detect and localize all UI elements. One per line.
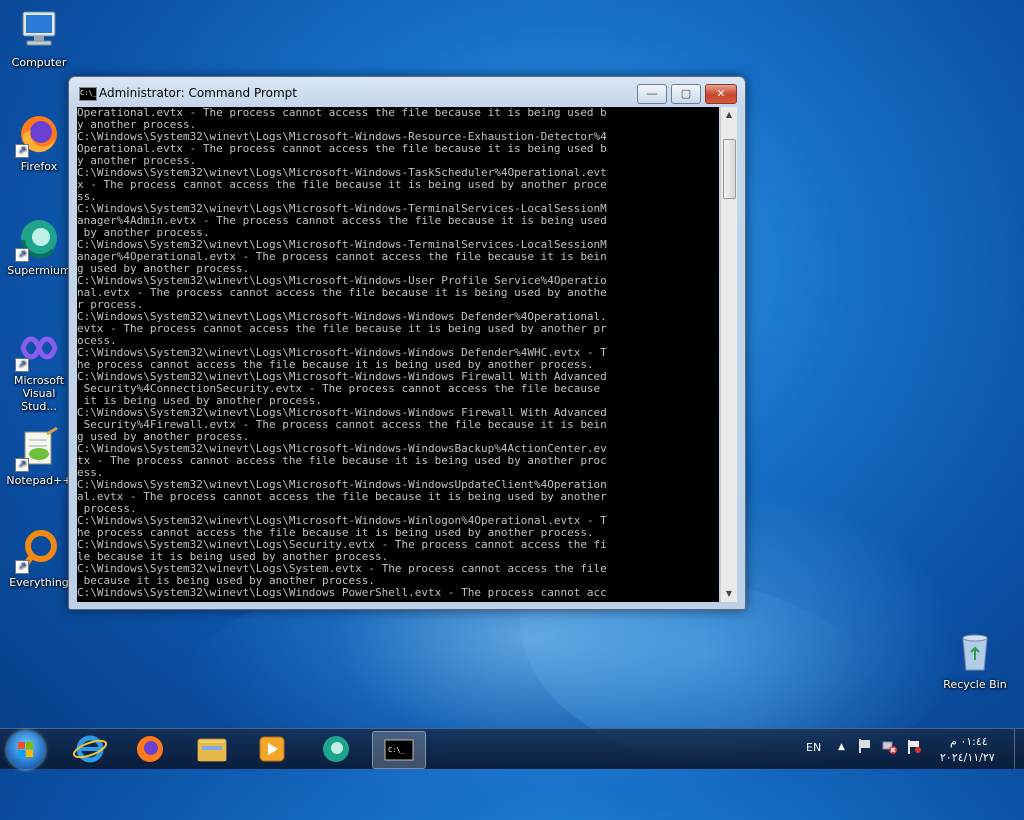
everything-icon: ↗ (15, 528, 61, 574)
clock-date[interactable]: ٢٠٢٤/١١/٢٧ (940, 751, 995, 764)
shortcut-arrow-icon: ↗ (15, 248, 29, 262)
notepadpp-icon: ↗ (15, 426, 61, 472)
svg-text:C:\_: C:\_ (388, 746, 406, 754)
window-title: Administrator: Command Prompt (99, 86, 297, 100)
console-line: C:\Windows\System32\winevt\Logs\Windows … (77, 586, 607, 599)
window-titlebar[interactable]: C:\_ Administrator: Command Prompt — ▢ ✕ (69, 77, 745, 107)
recycle-bin-icon (953, 630, 997, 674)
console-output[interactable]: Operational.evtx - The process cannot ac… (77, 107, 719, 602)
console-line: al.evtx - The process cannot access the … (77, 490, 607, 503)
clock-time[interactable]: ٠١:٤٤ م (950, 735, 988, 748)
explorer-icon (197, 738, 227, 762)
taskbar-command-prompt[interactable]: C:\_ (372, 731, 426, 769)
supermium-icon: ↗ (15, 216, 61, 262)
shortcut-arrow-icon: ↗ (15, 458, 29, 472)
console-line: tx - The process cannot access the file … (77, 454, 607, 467)
internet-explorer-icon (72, 735, 108, 763)
taskbar-internet-explorer[interactable] (64, 731, 116, 767)
taskbar-supermium[interactable] (310, 731, 362, 767)
minimize-button[interactable]: — (637, 84, 667, 104)
console-line: evtx - The process cannot access the fil… (77, 322, 607, 335)
close-button[interactable]: ✕ (705, 84, 737, 104)
vertical-scrollbar[interactable]: ▲ ▼ (720, 107, 737, 602)
desktop-icon-supermium[interactable]: ↗ Supermium (4, 216, 74, 277)
desktop-icon-label: Supermium (7, 264, 71, 277)
console-line: x - The process cannot access the file b… (77, 178, 607, 191)
desktop-icon-label: Computer (11, 56, 67, 69)
scroll-down-arrow-icon[interactable]: ▼ (721, 586, 737, 602)
shortcut-arrow-icon: ↗ (15, 144, 29, 158)
command-prompt-window[interactable]: C:\_ Administrator: Command Prompt — ▢ ✕… (68, 76, 746, 610)
taskbar-explorer[interactable] (186, 731, 238, 767)
desktop-icon-firefox[interactable]: ↗ Firefox (4, 112, 74, 173)
start-button[interactable] (7, 731, 45, 769)
command-prompt-icon: C:\_ (79, 87, 97, 101)
maximize-button[interactable]: ▢ (671, 84, 701, 104)
firefox-icon (137, 736, 163, 762)
flag-icon[interactable] (906, 739, 922, 758)
desktop-icon-label: Recycle Bin (943, 678, 1007, 691)
desktop-icon-label: Microsoft Visual Stud... (13, 374, 65, 413)
command-prompt-icon: C:\_ (384, 739, 414, 761)
desktop-icon-visual-studio[interactable]: ↗ Microsoft Visual Stud... (4, 326, 74, 413)
desktop-icon-label: Everything (9, 576, 69, 589)
desktop-icon-label: Notepad++ (6, 474, 72, 487)
shortcut-arrow-icon: ↗ (15, 358, 29, 372)
show-desktop-button[interactable] (1014, 729, 1024, 769)
show-hidden-icons-button[interactable]: ▲ (838, 742, 845, 752)
media-player-icon (259, 736, 285, 762)
desktop-icon-recycle-bin[interactable]: Recycle Bin (940, 630, 1010, 691)
desktop-icon-notepadpp[interactable]: ↗ Notepad++ (4, 426, 74, 487)
shortcut-arrow-icon: ↗ (15, 560, 29, 574)
taskbar-media-player[interactable] (246, 731, 298, 767)
visual-studio-icon: ↗ (15, 326, 61, 372)
desktop-icon-computer[interactable]: Computer (4, 8, 74, 69)
taskbar-firefox[interactable] (124, 731, 176, 767)
scrollbar-thumb[interactable] (723, 139, 736, 199)
desktop-icon-label: Firefox (20, 160, 58, 173)
taskbar: C:\_ EN ▲ ٠١:٤٤ م ٢٠٢٤/١١/٢٧ (0, 728, 1024, 769)
firefox-icon: ↗ (15, 112, 61, 158)
console-line: nal.evtx - The process cannot access the… (77, 286, 607, 299)
windows-logo-icon (18, 742, 34, 758)
action-center-flag-icon[interactable] (858, 738, 872, 757)
network-disconnected-icon[interactable] (882, 739, 898, 758)
computer-icon (17, 8, 61, 52)
supermium-icon (323, 736, 349, 762)
scroll-up-arrow-icon[interactable]: ▲ (721, 107, 737, 123)
language-indicator[interactable]: EN (806, 741, 821, 754)
desktop-icon-everything[interactable]: ↗ Everything (4, 528, 74, 589)
